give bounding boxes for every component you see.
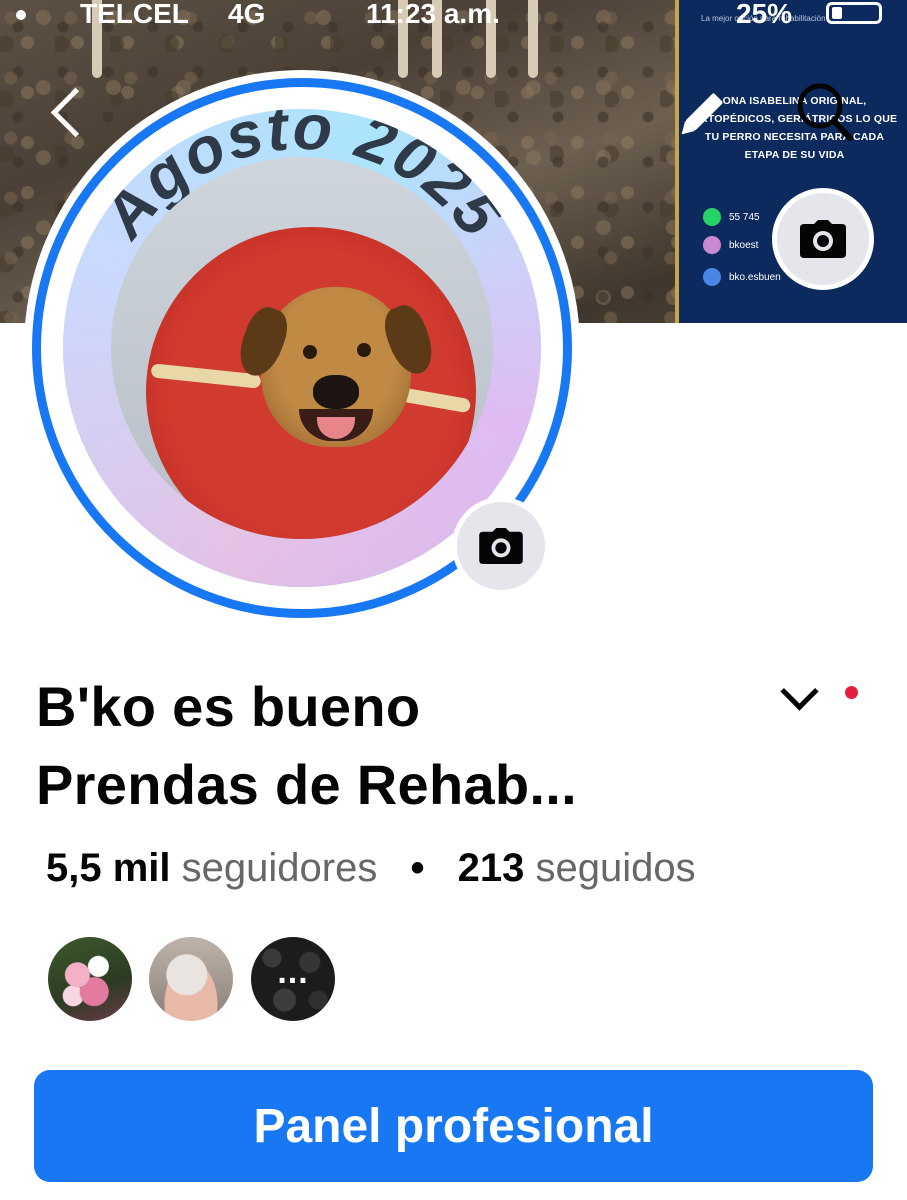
following-label[interactable]: seguidos <box>535 846 695 890</box>
followers-label[interactable]: seguidores <box>182 846 378 890</box>
ad-email: bko.esbuen <box>703 268 781 286</box>
profile-name-line1: B'ko es bueno <box>36 675 421 738</box>
professional-dashboard-button[interactable]: Panel profesional <box>34 1070 873 1182</box>
instagram-icon <box>703 236 721 254</box>
status-bar: TELCEL 4G 11:23 a.m. 25% <box>0 0 907 34</box>
dog-photo <box>111 157 493 539</box>
dog-mouth <box>299 409 373 441</box>
profile-name: B'ko es bueno Prendas de Rehab... <box>36 668 796 824</box>
email-icon <box>703 268 721 286</box>
clock: 11:23 a.m. <box>366 0 500 29</box>
signal-icon <box>16 10 26 20</box>
cover-camera-button[interactable] <box>772 188 874 290</box>
follower-avatar[interactable] <box>45 934 135 1024</box>
follow-stats: 5,5 mil seguidores • 213 seguidos <box>46 846 696 891</box>
dog-eye <box>357 343 371 357</box>
dog-eye <box>303 345 317 359</box>
avatar-camera-button[interactable] <box>452 497 550 595</box>
battery-icon <box>826 2 882 24</box>
search-icon[interactable] <box>792 80 856 144</box>
whatsapp-icon <box>703 208 721 226</box>
dog-head <box>232 287 440 447</box>
pencil-icon[interactable] <box>670 86 730 146</box>
ad-social: bkoest <box>703 236 758 254</box>
more-followers-button[interactable]: ... <box>248 934 338 1024</box>
battery-percent: 25% <box>736 0 793 29</box>
notification-dot <box>845 686 858 699</box>
follower-avatar[interactable] <box>146 934 236 1024</box>
following-count[interactable]: 213 <box>458 846 525 890</box>
dog-nose <box>313 375 359 409</box>
more-icon: ... <box>277 953 309 991</box>
network-label: 4G <box>228 0 266 29</box>
ad-social-text: bkoest <box>729 239 759 251</box>
profile-name-line2: Prendas de Rehab... <box>36 753 577 816</box>
camera-icon <box>479 528 523 564</box>
followers-count[interactable]: 5,5 mil <box>46 846 171 890</box>
stats-separator: • <box>410 846 425 890</box>
ad-email-text: bko.esbuen <box>729 271 781 283</box>
ad-phone-text: 55 745 <box>729 211 760 223</box>
dog-tongue <box>317 417 355 439</box>
ad-phone: 55 745 <box>703 208 760 226</box>
carrier-label: TELCEL <box>80 0 189 29</box>
camera-icon <box>800 220 846 258</box>
